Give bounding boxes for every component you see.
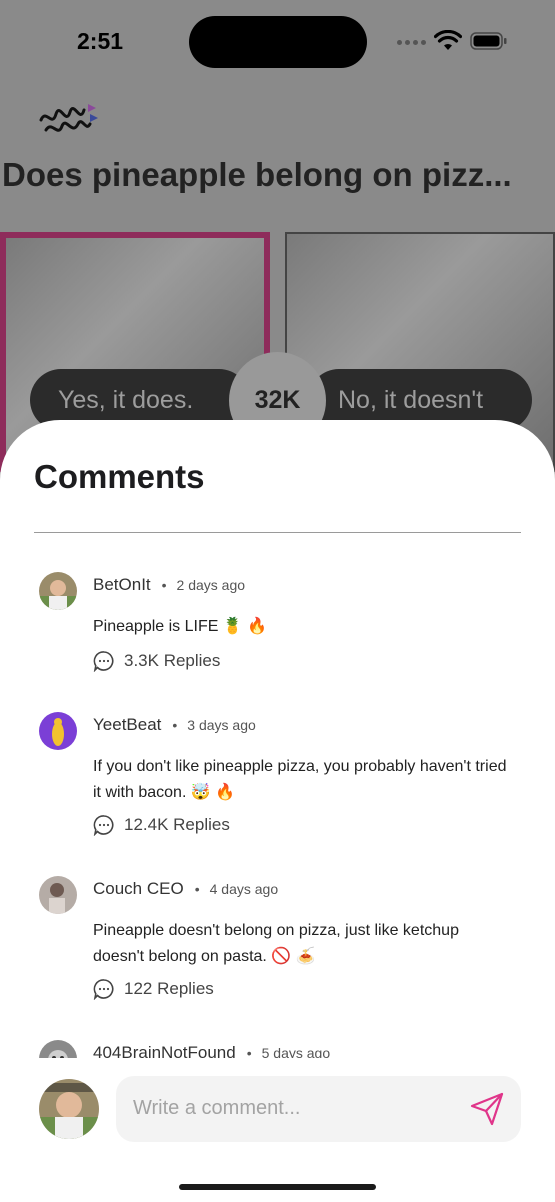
comment-username[interactable]: Couch CEO (93, 879, 184, 899)
home-indicator (179, 1184, 376, 1190)
cellular-signal-icon (397, 40, 426, 45)
replies-count: 3.3K Replies (124, 651, 221, 670)
replies-count: 12.4K Replies (124, 815, 230, 834)
comment-timestamp: 3 days ago (187, 717, 256, 733)
comment-input-placeholder: Write a comment... (133, 1097, 301, 1119)
poll-question-title: Does pineapple belong on pizz... (2, 156, 512, 193)
paper-plane-icon[interactable] (468, 1090, 506, 1128)
comment-timestamp: 2 days ago (176, 577, 246, 593)
comment-text: Pineapple is LIFE 🍍 🔥 (93, 618, 268, 635)
app-logo-icon (39, 104, 98, 132)
avatar[interactable] (39, 712, 77, 750)
battery-icon (470, 32, 507, 50)
separator-dot: • (194, 881, 200, 897)
comment-timestamp: 4 days ago (209, 881, 279, 897)
comment-username[interactable]: YeetBeat (93, 715, 161, 735)
chat-bubble-icon (93, 979, 114, 1000)
chat-bubble-icon (93, 815, 114, 836)
status-time: 2:51 (77, 28, 124, 54)
replies-button[interactable]: 122 Replies (93, 978, 214, 1000)
divider (34, 532, 521, 533)
comment-text: Pineapple doesn't belong on pizza, just … (93, 922, 459, 965)
avatar[interactable] (39, 572, 77, 610)
comments-title: Comments (34, 458, 205, 495)
comment-text: If you don't like pineapple pizza, you p… (93, 758, 507, 801)
avatar[interactable] (39, 876, 77, 914)
separator-dot: • (172, 717, 178, 733)
replies-button[interactable]: 3.3K Replies (93, 650, 220, 672)
status-bar: 2:51 (0, 0, 555, 84)
replies-button[interactable]: 12.4K Replies (93, 814, 230, 836)
wifi-icon (434, 30, 462, 50)
current-user-avatar[interactable] (39, 1079, 99, 1139)
replies-count: 122 Replies (124, 979, 214, 998)
dynamic-island (189, 16, 367, 68)
comment-username[interactable]: BetOnIt (93, 575, 151, 595)
separator-dot: • (161, 577, 167, 593)
chat-bubble-icon (93, 651, 114, 672)
